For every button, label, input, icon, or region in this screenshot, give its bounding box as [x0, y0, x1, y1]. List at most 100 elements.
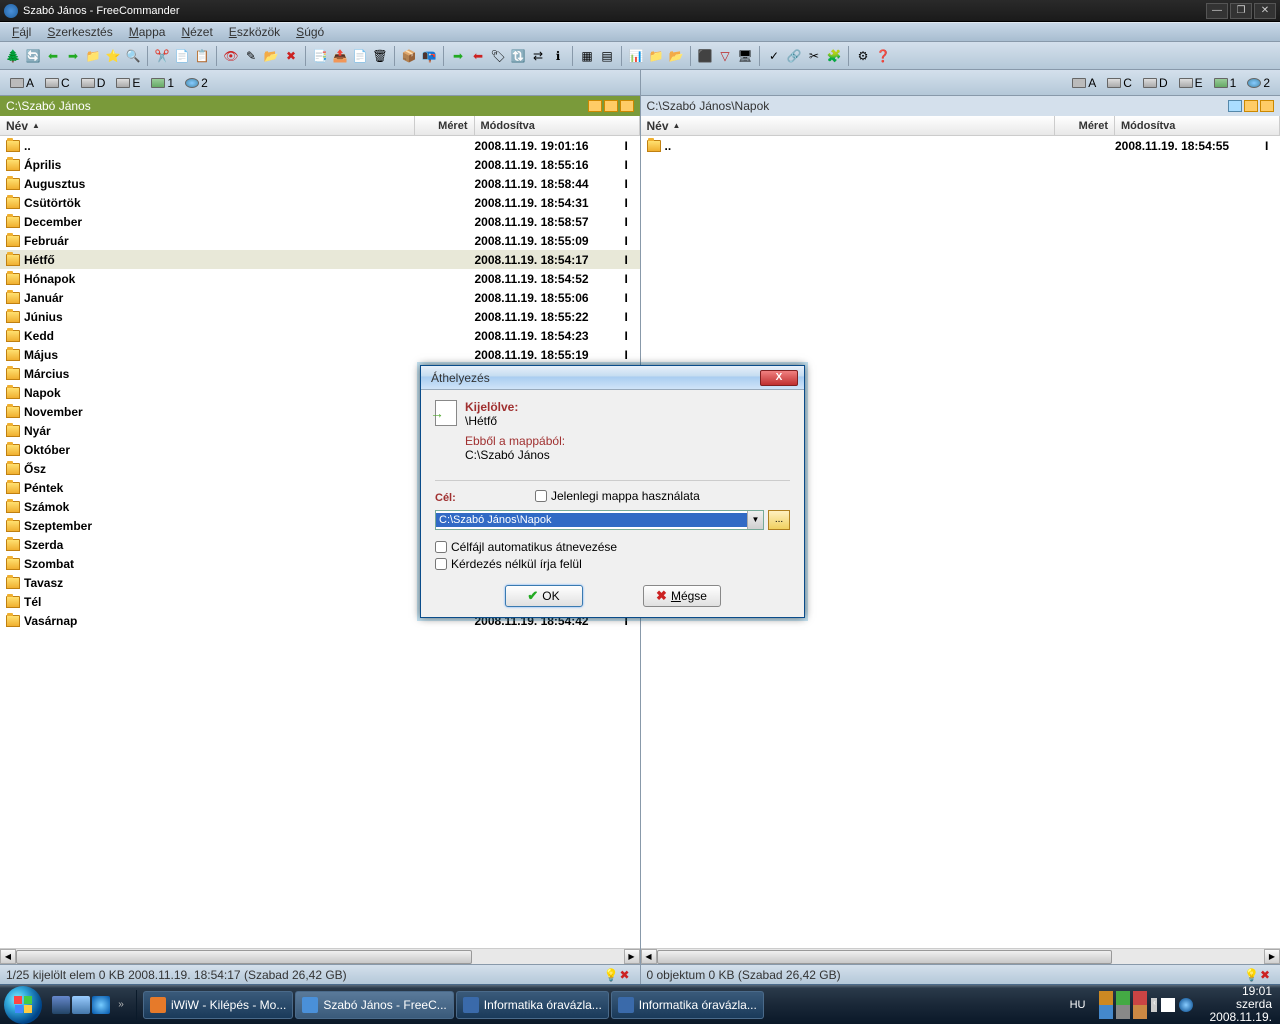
sync-icon[interactable]: 🔃	[509, 47, 527, 65]
delete-icon[interactable]: ✖	[282, 47, 300, 65]
file-row[interactable]: Február2008.11.19. 18:55:09I	[0, 231, 640, 250]
menu-tools[interactable]: Eszközök	[221, 23, 288, 41]
join-icon[interactable]: 🧩	[825, 47, 843, 65]
dialog-close-button[interactable]: X	[760, 370, 798, 386]
rename-icon[interactable]: 🏷	[489, 47, 507, 65]
size-icon[interactable]: 📊	[627, 47, 645, 65]
cmd-icon[interactable]: ⬛	[696, 47, 714, 65]
folder3-icon[interactable]: 📁	[647, 47, 665, 65]
menu-folder[interactable]: Mappa	[121, 23, 174, 41]
path-history-icon-r[interactable]	[1244, 100, 1258, 112]
taskbar-item[interactable]: iWiW - Kilépés - Mo...	[143, 991, 293, 1019]
file-row[interactable]: Hónapok2008.11.19. 18:54:52I	[0, 269, 640, 288]
path-lock-icon[interactable]	[1228, 100, 1242, 112]
copy2-icon[interactable]: 📑	[311, 47, 329, 65]
dialog-titlebar[interactable]: Áthelyezés X	[421, 366, 804, 390]
left-path-bar[interactable]: C:\Szabó János	[0, 96, 640, 116]
drive-a-left[interactable]: A	[6, 74, 38, 92]
path-newfolder-icon[interactable]	[588, 100, 602, 112]
file-row[interactable]: ..2008.11.19. 18:54:55I	[641, 136, 1280, 155]
drive-net1-left[interactable]: 1	[147, 74, 178, 92]
right-hscroll[interactable]: ◀ ▶	[641, 948, 1280, 964]
col-name-right[interactable]: Név▲	[641, 116, 1056, 135]
switch-windows-icon[interactable]	[72, 996, 90, 1014]
browse-button[interactable]: ...	[768, 510, 790, 530]
screen-icon[interactable]: 🖥	[736, 47, 754, 65]
cut-icon[interactable]: ✂️	[153, 47, 171, 65]
show-desktop-icon[interactable]	[52, 996, 70, 1014]
help-icon[interactable]: ❓	[874, 47, 892, 65]
path-fav-icon-r[interactable]	[1260, 100, 1274, 112]
target-path-combo[interactable]: C:\Szabó János\Napok ▼	[435, 510, 764, 530]
tray-icon-5[interactable]	[1116, 1005, 1130, 1019]
file-row[interactable]: Kedd2008.11.19. 18:54:23I	[0, 326, 640, 345]
taskbar-item[interactable]: Informatika óravázla...	[456, 991, 609, 1019]
ok-button[interactable]: ✔OK	[505, 585, 583, 607]
tray-icon-6[interactable]	[1133, 1005, 1147, 1019]
filter-clear-icon-r[interactable]: ✖	[1260, 968, 1274, 982]
filter-toggle-icon-r[interactable]: 💡	[1244, 968, 1258, 982]
drive-net1-right[interactable]: 1	[1210, 74, 1241, 92]
mode2-icon[interactable]: ▤	[598, 47, 616, 65]
filter-toggle-icon[interactable]: 💡	[604, 968, 618, 982]
drive-c-right[interactable]: C	[1103, 74, 1136, 92]
wipe-icon[interactable]: 🗑	[371, 47, 389, 65]
file-row[interactable]: Április2008.11.19. 18:55:16I	[0, 155, 640, 174]
file-row[interactable]: Január2008.11.19. 18:55:06I	[0, 288, 640, 307]
taskbar-item[interactable]: Szabó János - FreeC...	[295, 991, 453, 1019]
overwrite-checkbox[interactable]: Kérdezés nélkül írja felül	[435, 557, 790, 571]
tray-icon-3[interactable]	[1133, 991, 1147, 1005]
drive-ftp2-right[interactable]: 2	[1243, 74, 1274, 92]
file-row[interactable]: Csütörtök2008.11.19. 18:54:31I	[0, 193, 640, 212]
unpack-icon[interactable]: 📭	[420, 47, 438, 65]
minimize-button[interactable]: —	[1206, 3, 1228, 19]
col-date-right[interactable]: Módosítva	[1115, 116, 1280, 135]
left-hscroll[interactable]: ◀ ▶	[0, 948, 640, 964]
link-icon[interactable]: 🔗	[785, 47, 803, 65]
drive-d-left[interactable]: D	[77, 74, 110, 92]
menu-help[interactable]: Súgó	[288, 23, 332, 41]
drive-a-right[interactable]: A	[1068, 74, 1100, 92]
copy-icon[interactable]: 📄	[173, 47, 191, 65]
tray-icon-4[interactable]	[1099, 1005, 1113, 1019]
sel-icon[interactable]: ➡	[449, 47, 467, 65]
close-button[interactable]: ✕	[1254, 3, 1276, 19]
tray-icon-1[interactable]	[1099, 991, 1113, 1005]
compare-icon[interactable]: ⇄	[529, 47, 547, 65]
ie-icon[interactable]	[92, 996, 110, 1014]
tray-icon-2[interactable]	[1116, 991, 1130, 1005]
volume-icon[interactable]	[1161, 998, 1175, 1012]
col-size-left[interactable]: Méret	[415, 116, 475, 135]
filter-icon[interactable]: ▽	[716, 47, 734, 65]
split-icon[interactable]: ✂	[805, 47, 823, 65]
file-row[interactable]: Május2008.11.19. 18:55:19I	[0, 345, 640, 364]
search-icon[interactable]: 🔍	[124, 47, 142, 65]
file-row[interactable]: Hétfő2008.11.19. 18:54:17I	[0, 250, 640, 269]
filter-clear-icon[interactable]: ✖	[620, 968, 634, 982]
language-indicator[interactable]: HU	[1064, 999, 1092, 1011]
menu-edit[interactable]: Szerkesztés	[39, 23, 120, 41]
refresh-icon[interactable]: 🔄	[24, 47, 42, 65]
col-date-left[interactable]: Módosítva	[475, 116, 640, 135]
paste-icon[interactable]: 📋	[193, 47, 211, 65]
mode1-icon[interactable]: ▦	[578, 47, 596, 65]
path-fav-icon[interactable]	[620, 100, 634, 112]
sel2-icon[interactable]: ⬅	[469, 47, 487, 65]
auto-rename-checkbox[interactable]: Célfájl automatikus átnevezése	[435, 540, 790, 554]
file-row[interactable]: ..2008.11.19. 19:01:16I	[0, 136, 640, 155]
props-icon[interactable]: ℹ	[549, 47, 567, 65]
folder4-icon[interactable]: 📂	[667, 47, 685, 65]
file-row[interactable]: Június2008.11.19. 18:55:22I	[0, 307, 640, 326]
file-row[interactable]: December2008.11.19. 18:58:57I	[0, 212, 640, 231]
use-current-checkbox[interactable]: Jelenlegi mappa használata	[535, 489, 700, 503]
clock[interactable]: 19:01 szerda 2008.11.19.	[1201, 985, 1280, 1024]
drive-e-left[interactable]: E	[112, 74, 144, 92]
tray-expand-icon[interactable]: ‹	[1151, 998, 1157, 1012]
move-icon[interactable]: 📤	[331, 47, 349, 65]
checksum-icon[interactable]: ✓	[765, 47, 783, 65]
col-size-right[interactable]: Méret	[1055, 116, 1115, 135]
ql-expand-icon[interactable]: »	[112, 996, 130, 1014]
back-icon[interactable]: ⬅	[44, 47, 62, 65]
network-icon[interactable]	[1179, 998, 1193, 1012]
col-name-left[interactable]: Név▲	[0, 116, 415, 135]
